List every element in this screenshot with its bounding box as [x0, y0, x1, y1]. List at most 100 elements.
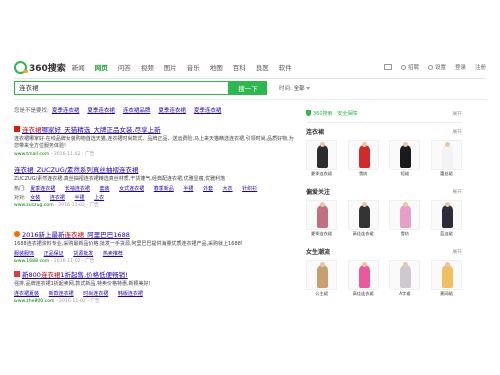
more-link[interactable]: 展开	[452, 248, 462, 255]
result-title[interactable]: 连衣裙 哪家好_天猫精选_大牌正品女装,尽享上新	[14, 124, 296, 134]
time-filter-value: 全部	[293, 86, 305, 92]
result-title[interactable]: 2016新上最新 连衣裙 _阿里巴巴1688	[14, 229, 296, 239]
result-url[interactable]: www.tmall.com - 2016-11-02 - 广告	[14, 151, 296, 157]
nav-tabs: 新闻 网页 问答 视频 图片 音乐 地图 百科 良医 软件	[72, 62, 302, 72]
result-sublinks: 热门: 夏季连衣裙 长袖连衣裙 套装 女式连衣裙 春季新品 半裙 外套 大衣 针…	[14, 185, 296, 192]
related-link[interactable]: 夏季连衣裙	[87, 106, 115, 114]
sublink[interactable]: 女装	[30, 195, 40, 201]
product-caption: 公主裙	[315, 291, 328, 296]
sublink[interactable]: 连衣裙夏装	[14, 291, 39, 297]
sublink[interactable]: 半裙	[183, 186, 193, 192]
result-sublinks: 连衣裙夏装 新款连衣裙 时尚连衣裙 韩版连衣裙	[14, 290, 296, 297]
product-tile[interactable]: 蓝连裙	[430, 200, 462, 237]
image-tiles: 夏季连衣裙 高佳连衣裙 雪纺 蓝连裙	[306, 200, 462, 237]
zhe800-icon	[14, 271, 20, 277]
result-url[interactable]: www.zhe800.com - 2016-11-02 - 广告	[14, 298, 296, 304]
tab-software[interactable]: 软件	[279, 62, 292, 72]
mail-icon[interactable]	[383, 64, 392, 70]
product-caption: 蓝连裙	[440, 231, 453, 236]
top-nav: 360搜索 新闻 网页 问答 视频 图片 音乐 地图 百科 良医 软件 招聘 设…	[14, 58, 486, 76]
product-tile[interactable]: 蕉网裙	[430, 260, 462, 297]
page-footer-area	[0, 345, 500, 375]
product-tile[interactable]: 短裙	[389, 140, 421, 177]
product-tile[interactable]: 夏季连衣裙	[306, 200, 337, 237]
search-input[interactable]: 连衣裙	[14, 81, 229, 95]
result-item: 连衣裙 哪家好_天猫精选_大牌正品女装,尽享上新 连衣裙哪家好-在线品牌女装购物首…	[14, 124, 296, 157]
related-label: 您是不是要找:	[14, 108, 49, 114]
sublink[interactable]: 外套	[203, 186, 213, 192]
nav-divider	[14, 78, 486, 79]
nav-right: 招聘 设置 登录 注册	[375, 63, 486, 71]
product-tile[interactable]: A字裙	[389, 260, 421, 297]
related-link[interactable]: 夏季连衣裙	[52, 106, 80, 114]
tab-video[interactable]: 视频	[141, 62, 154, 72]
image-tiles: 夏季连衣裙 雪纺 短裙 蕾丝裙	[306, 140, 462, 177]
sublink[interactable]: 服装服饰	[14, 251, 34, 257]
sublink[interactable]: 女式连衣裙	[119, 186, 144, 192]
sublink[interactable]: 热卖推荐	[103, 251, 123, 257]
result-description: 1688连衣裙资料专业,采购最新品价格,批发一手货源,阿里巴巴提供海量优质连衣裙…	[14, 241, 243, 247]
tab-maps[interactable]: 地图	[210, 62, 223, 72]
product-tile[interactable]: 雪纺	[347, 140, 379, 177]
nav-login[interactable]: 登录	[455, 63, 466, 71]
tab-baike[interactable]: 百科	[233, 62, 246, 72]
tab-doctor[interactable]: 良医	[256, 62, 269, 72]
product-caption: 雪纺	[358, 171, 368, 176]
right-panel: 360搜索 · 安全保障 展开 连衣裙 展开 夏季连衣裙 雪纺 短裙 蕾丝裙 偏爱关注…	[306, 108, 462, 332]
related-link[interactable]: 夏季连衣裙	[194, 106, 222, 114]
alibaba-icon	[14, 231, 20, 237]
tab-images[interactable]: 图片	[164, 62, 177, 72]
sublink[interactable]: 时尚连衣裙	[83, 291, 108, 297]
sublink[interactable]: 货源批发	[73, 251, 93, 257]
result-description: 强排,品牌连衣裙1折起卖网,款式新品,特卖价格特惠,新颖美好!	[14, 281, 151, 287]
product-tile[interactable]: 高佳连衣裙	[347, 200, 379, 237]
related-link[interactable]: 夏季连衣裙	[158, 106, 186, 114]
tmall-icon	[14, 126, 20, 132]
more-link[interactable]: 展开	[452, 188, 462, 195]
tab-qa[interactable]: 问答	[118, 62, 131, 72]
product-tile[interactable]: 蕾丝裙	[430, 140, 462, 177]
sublink[interactable]: 夏季连衣裙	[30, 186, 55, 192]
nav-settings[interactable]: 设置	[427, 63, 446, 71]
product-caption: A字裙	[399, 291, 411, 296]
result-title[interactable]: 新800 连衣裙 1折起售,价格低便畅销!	[14, 269, 296, 279]
time-filter[interactable]: 时间: 全部	[279, 84, 310, 92]
product-tile[interactable]: 雪纺	[389, 200, 421, 237]
right-panel-header: 360搜索 · 安全保障 展开	[306, 108, 462, 118]
more-link[interactable]: 展开	[452, 128, 462, 135]
tab-music[interactable]: 音乐	[187, 62, 200, 72]
tab-news[interactable]: 新闻	[72, 62, 85, 72]
result-item: 连衣裙_ZUCZUG/素然系列真丝抽褶连衣裙 ZUCZUG/素然连衣裙,真丝抽褶…	[14, 164, 296, 208]
product-image	[347, 200, 379, 230]
sublink[interactable]: 正品保证	[44, 251, 64, 257]
sublink[interactable]: 韩版连衣裙	[118, 291, 143, 297]
nav-register[interactable]: 注册	[475, 63, 486, 71]
logo[interactable]: 360搜索	[14, 60, 66, 74]
product-tile[interactable]: 公主裙	[306, 260, 337, 297]
search-button[interactable]: 搜一下	[229, 81, 267, 95]
more-link[interactable]: 展开	[452, 110, 462, 117]
sublink[interactable]: 春季新品	[154, 186, 174, 192]
sublink[interactable]: 针织衫	[242, 186, 257, 192]
result-title[interactable]: 连衣裙_ZUCZUG/素然系列真丝抽褶连衣裙	[14, 164, 296, 174]
sublink[interactable]: 半裙	[75, 195, 85, 201]
sublink[interactable]: 长袖连衣裙	[65, 186, 90, 192]
section-header: 偏爱关注 展开	[306, 187, 462, 196]
sublink[interactable]: 大衣	[223, 186, 233, 192]
result-url[interactable]: www.1688.com - 2016-11-02 - 广告	[14, 258, 296, 264]
product-tile[interactable]: 夏季连衣裙	[306, 140, 337, 177]
sublink[interactable]: 上衣	[94, 195, 104, 201]
product-image	[306, 260, 337, 290]
related-link[interactable]: 连衣裙品牌	[123, 106, 151, 114]
product-caption: 短裙	[400, 171, 409, 176]
section-header: 连衣裙 展开	[306, 127, 462, 136]
sublink[interactable]: 套装	[100, 186, 110, 192]
result-url[interactable]: www.zuczug.com - 2016-11-02 - 广告	[14, 202, 296, 208]
product-image	[347, 260, 379, 290]
tab-web[interactable]: 网页	[95, 62, 108, 72]
sublink[interactable]: 新款连衣裙	[49, 291, 74, 297]
product-tile[interactable]: 高佳连衣裙	[347, 260, 379, 297]
nav-jobs[interactable]: 招聘	[400, 63, 419, 71]
sublink[interactable]: 连衣裙	[50, 195, 65, 201]
product-image	[430, 140, 462, 170]
